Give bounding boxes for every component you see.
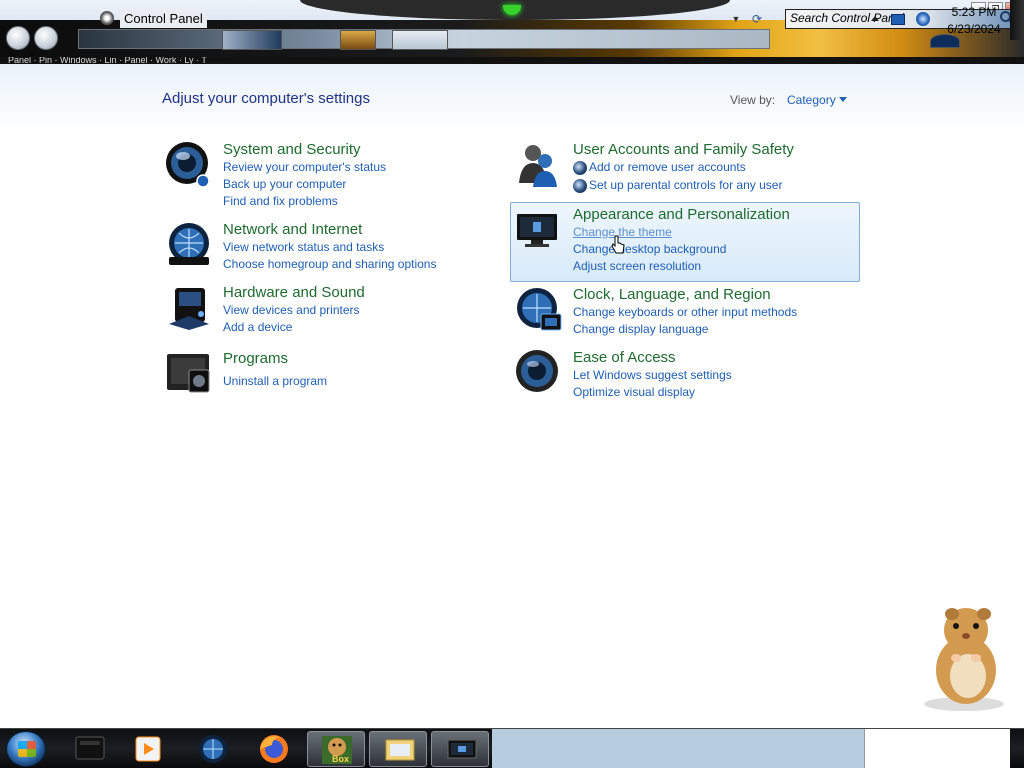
link-display-language[interactable]: Change display language [573, 322, 708, 336]
shield-icon [573, 179, 587, 193]
link-back-up[interactable]: Back up your computer [223, 177, 346, 191]
address-thumbnail [222, 30, 282, 50]
category-programs: Programs Uninstall a program [165, 350, 465, 400]
clock-time[interactable]: 5:23 PM [940, 5, 1008, 19]
category-title[interactable]: Hardware and Sound [223, 284, 365, 301]
show-hidden-icons-icon[interactable] [871, 16, 879, 21]
hamster-box-badge: Box [332, 754, 350, 764]
link-add-device[interactable]: Add a device [223, 320, 292, 334]
volume-tray-icon[interactable] [916, 12, 930, 26]
category-user-accounts: User Accounts and Family Safety Add or r… [515, 141, 835, 193]
chevron-down-icon[interactable] [839, 97, 847, 102]
category-hardware-sound: Hardware and Sound View devices and prin… [165, 284, 465, 334]
explorer-folder-icon [385, 739, 415, 761]
clock-date[interactable]: 6/23/2024 [940, 22, 1008, 36]
network-tray-icon[interactable] [891, 14, 905, 25]
category-title[interactable]: User Accounts and Family Safety [573, 141, 794, 158]
system-tray [864, 729, 1010, 768]
link-find-fix[interactable]: Find and fix problems [223, 194, 338, 208]
taskbar-item-hamster-box[interactable]: Box [307, 731, 365, 767]
windows-explorer-icon [75, 736, 105, 760]
category-appearance: Appearance and Personalization Change th… [515, 206, 835, 276]
view-by-dropdown[interactable]: Category [787, 93, 836, 107]
link-screen-resolution[interactable]: Adjust screen resolution [573, 259, 701, 273]
page-title: Adjust your computer's settings [162, 90, 370, 107]
show-desktop-button[interactable] [1010, 0, 1024, 40]
globe-thumbnail-icon [930, 34, 960, 48]
category-ease-of-access: Ease of Access Let Windows suggest setti… [515, 349, 835, 399]
category-title[interactable]: Programs [223, 350, 288, 367]
user-accounts-icon[interactable] [515, 141, 563, 189]
windows-logo-icon [18, 741, 36, 757]
control-panel-icon [447, 739, 477, 759]
hamster-thumbnail-icon [340, 30, 376, 50]
address-dropdown-icon[interactable]: ▼ [729, 11, 743, 27]
network-globe-icon[interactable] [165, 221, 213, 269]
view-by-label: View by: [730, 93, 776, 107]
control-panel-content: Adjust your computer's settings View by:… [0, 64, 1024, 728]
taskbar-item-globe[interactable] [184, 731, 242, 767]
link-review-status[interactable]: Review your computer's status [223, 160, 386, 174]
search-placeholder: Search Control Panel [790, 11, 905, 25]
hand-cursor-icon [611, 235, 625, 254]
programs-icon[interactable] [165, 350, 213, 398]
taskbar-empty-area [492, 729, 864, 768]
link-homegroup[interactable]: Choose homegroup and sharing options [223, 257, 436, 271]
link-devices-printers[interactable]: View devices and printers [223, 303, 360, 317]
taskbar-item-firefox[interactable] [245, 731, 303, 767]
link-change-keyboards[interactable]: Change keyboards or other input methods [573, 305, 797, 319]
link-suggest-settings[interactable]: Let Windows suggest settings [573, 368, 732, 382]
taskbar-item-explorer[interactable] [60, 731, 118, 767]
address-path[interactable]: Control Panel [120, 10, 207, 28]
firefox-icon [260, 735, 288, 763]
control-panel-icon [100, 11, 114, 25]
back-button[interactable] [6, 26, 30, 50]
link-uninstall[interactable]: Uninstall a program [223, 374, 327, 388]
category-title[interactable]: Appearance and Personalization [573, 206, 790, 223]
globe-icon [199, 735, 227, 763]
taskbar-item-folder[interactable] [369, 731, 427, 767]
system-security-icon[interactable] [165, 141, 213, 189]
link-add-remove-users[interactable]: Add or remove user accounts [589, 160, 746, 174]
category-title[interactable]: Ease of Access [573, 349, 676, 366]
start-button[interactable] [6, 731, 46, 767]
category-title[interactable]: System and Security [223, 141, 361, 158]
folder-thumbnail-icon [392, 30, 448, 50]
taskbar: Box [0, 728, 1024, 768]
category-system-security: System and Security Review your computer… [165, 141, 465, 208]
category-title[interactable]: Clock, Language, and Region [573, 286, 771, 303]
appearance-monitor-icon[interactable] [515, 206, 563, 254]
category-network-internet: Network and Internet View network status… [165, 221, 465, 271]
link-desktop-background[interactable]: Change desktop background [573, 242, 726, 256]
link-optimize-display[interactable]: Optimize visual display [573, 385, 695, 399]
category-title[interactable]: Network and Internet [223, 221, 362, 238]
taskbar-item-media-player[interactable] [120, 731, 178, 767]
taskbar-item-control-panel[interactable] [431, 731, 489, 767]
category-clock-language: Clock, Language, and Region Change keybo… [515, 286, 835, 336]
link-parental-controls[interactable]: Set up parental controls for any user [589, 178, 782, 192]
hamster-gadget-icon [924, 608, 1004, 711]
clock-globe-icon[interactable] [515, 286, 563, 334]
refresh-icon[interactable]: ⟳ [748, 11, 766, 27]
forward-button[interactable] [34, 26, 58, 50]
toolbar-strip: Panel · Pin · Windows · Lin · Panel · Wo… [0, 57, 1024, 64]
shield-icon [573, 161, 587, 175]
ease-of-access-icon[interactable] [515, 349, 563, 397]
link-network-status[interactable]: View network status and tasks [223, 240, 384, 254]
hardware-printer-icon[interactable] [165, 284, 213, 332]
media-player-icon [135, 736, 161, 762]
